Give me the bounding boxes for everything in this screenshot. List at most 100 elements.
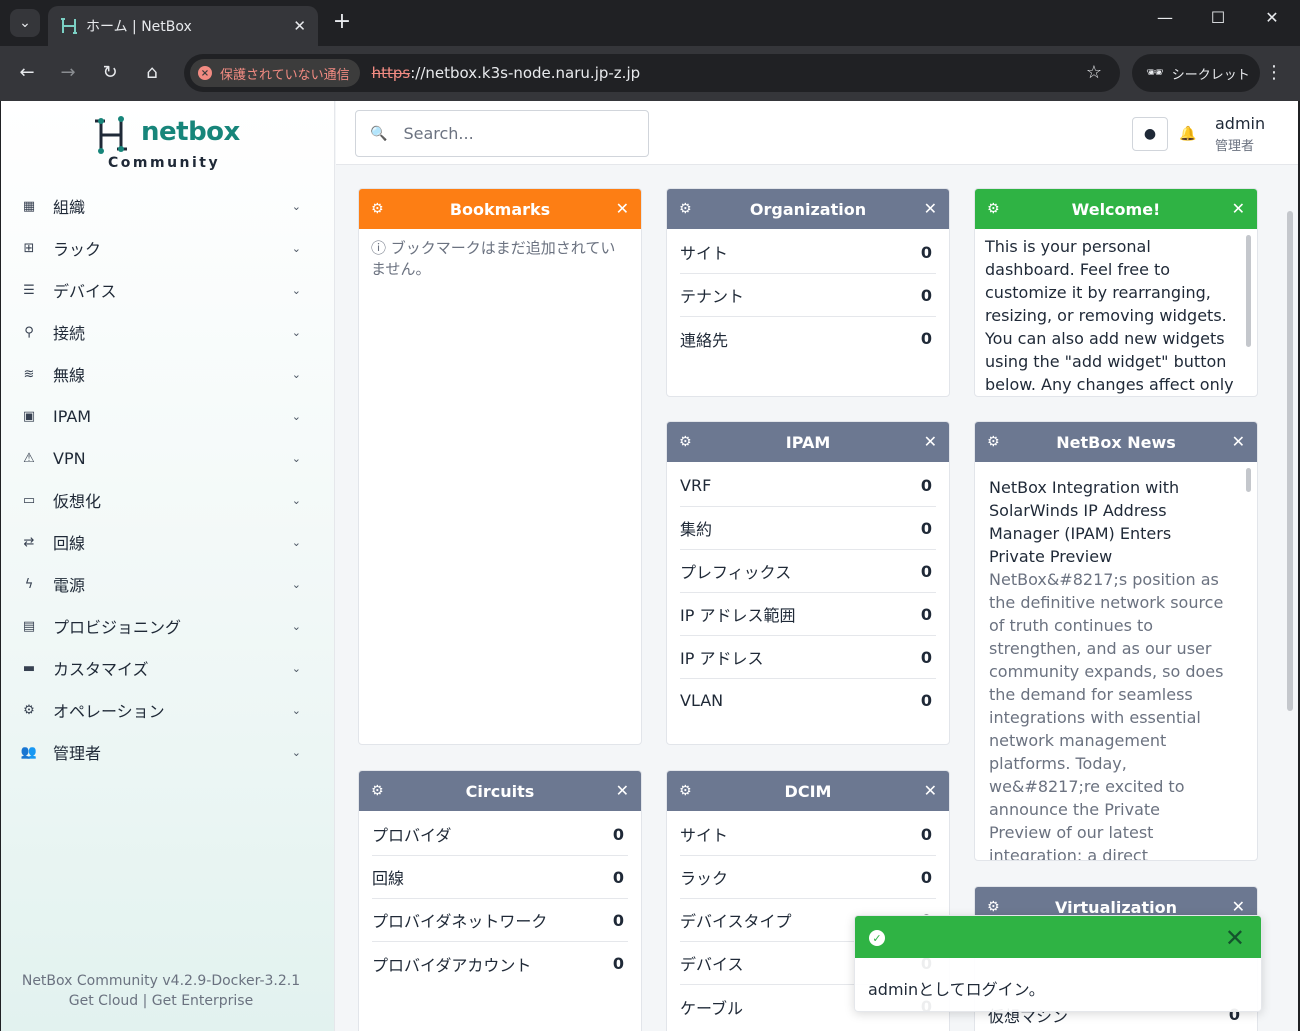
chevron-down-icon: ⌄: [291, 367, 301, 381]
gear-icon[interactable]: ⚙: [679, 434, 692, 450]
chevron-down-icon: ⌄: [291, 619, 301, 633]
close-icon[interactable]: ✕: [1232, 432, 1245, 451]
tab-close-icon[interactable]: ✕: [293, 17, 306, 35]
new-tab-button[interactable]: +: [330, 10, 354, 34]
sidebar-item-vpn[interactable]: ⚠ VPN ⌄: [1, 437, 335, 479]
incognito-indicator[interactable]: 🕶 シークレット: [1132, 54, 1260, 92]
bookmarks-empty-message: ⓘ ブックマークはまだ追加されていません。: [359, 229, 641, 287]
widget-scrollbar[interactable]: [1246, 235, 1251, 347]
sidebar-item-wireless[interactable]: ≋ 無線 ⌄: [1, 353, 335, 395]
sidebar-item-devices[interactable]: ☰ デバイス ⌄: [1, 269, 335, 311]
row-value: 0: [920, 691, 932, 710]
close-icon[interactable]: ✕: [616, 199, 629, 218]
close-icon[interactable]: ✕: [616, 781, 629, 800]
chevron-down-icon: ⌄: [291, 703, 301, 717]
maximize-button[interactable]: ☐: [1203, 8, 1233, 27]
widget-scrollbar[interactable]: [1246, 468, 1251, 492]
gear-icon[interactable]: ⚙: [987, 434, 1000, 450]
widget-header[interactable]: ⚙ Organization ✕: [667, 189, 949, 229]
search-box[interactable]: 🔍: [355, 110, 649, 157]
reload-button[interactable]: ↻: [97, 62, 123, 83]
tab-search-button[interactable]: ⌄: [10, 9, 40, 37]
search-input[interactable]: [403, 124, 634, 143]
insecure-label: 保護されていない通信: [220, 67, 350, 83]
close-icon[interactable]: ✕: [924, 781, 937, 800]
widget-header[interactable]: ⚙ NetBox News ✕: [975, 422, 1257, 462]
widget-header[interactable]: ⚙ DCIM ✕: [667, 771, 949, 811]
sidebar-item-label: カスタマイズ: [53, 660, 149, 679]
gear-icon[interactable]: ⚙: [987, 201, 1000, 217]
window-close-button[interactable]: ✕: [1257, 8, 1287, 27]
gear-icon[interactable]: ⚙: [371, 783, 384, 799]
back-button[interactable]: ←: [14, 62, 40, 83]
page-scrollbar[interactable]: [1287, 211, 1293, 711]
row-value: 0: [920, 867, 932, 887]
table-row[interactable]: プロバイダネットワーク 0: [372, 899, 628, 942]
table-row[interactable]: IP アドレス範囲 0: [680, 593, 936, 636]
sidebar-item-label: プロビジョニング: [53, 618, 182, 637]
table-row[interactable]: サイト 0: [680, 231, 936, 274]
table-row[interactable]: VRF 0: [680, 464, 936, 507]
widget-header[interactable]: ⚙ Circuits ✕: [359, 771, 641, 811]
table-row[interactable]: VLAN 0: [680, 679, 936, 722]
url-text[interactable]: https://netbox.k3s-node.naru.jp-z.jp: [372, 64, 641, 82]
sidebar-item-power[interactable]: ϟ 電源 ⌄: [1, 563, 335, 605]
lightbulb-icon: ●: [1143, 126, 1157, 142]
table-row[interactable]: 集約 0: [680, 507, 936, 550]
omnibox[interactable]: × 保護されていない通信 https://netbox.k3s-node.nar…: [184, 54, 1120, 92]
vpn-icon: ⚠: [23, 450, 35, 466]
table-row[interactable]: プロバイダアカウント 0: [372, 942, 628, 985]
close-icon[interactable]: ✕: [924, 199, 937, 218]
gear-icon[interactable]: ⚙: [371, 201, 384, 217]
widget-header[interactable]: ⚙ IPAM ✕: [667, 422, 949, 462]
toast-close-icon[interactable]: ✕: [1225, 924, 1245, 952]
sidebar-item-operations[interactable]: ⚙ オペレーション ⌄: [1, 689, 335, 731]
forward-button[interactable]: →: [55, 62, 81, 83]
widget-ipam: ⚙ IPAM ✕ VRF 0 集約 0 プレフィックス 0 IP アドレス範囲 0 IP…: [666, 421, 950, 745]
toast-message: adminとしてログイン。: [868, 980, 1045, 999]
row-value: 0: [612, 867, 624, 887]
insecure-badge[interactable]: × 保護されていない通信: [190, 59, 360, 87]
table-row[interactable]: 連絡先 0: [680, 317, 936, 360]
close-icon[interactable]: ✕: [1232, 897, 1245, 916]
browser-menu-icon[interactable]: ⋮: [1264, 62, 1284, 83]
browser-tab[interactable]: ホーム | NetBox ✕: [48, 6, 318, 46]
get-cloud-link[interactable]: Get Cloud: [69, 993, 138, 1009]
gear-icon[interactable]: ⚙: [679, 783, 692, 799]
netbox-logo[interactable]: netbox Community: [91, 113, 251, 173]
table-row[interactable]: 回線 0: [372, 856, 628, 899]
row-label: IP アドレス範囲: [680, 606, 796, 625]
sidebar-item-circuits[interactable]: ⇄ 回線 ⌄: [1, 521, 335, 563]
row-label: プロバイダアカウント: [372, 955, 532, 975]
sidebar-item-virtualization[interactable]: ▭ 仮想化 ⌄: [1, 479, 335, 521]
sidebar-item-racks[interactable]: ⊞ ラック ⌄: [1, 227, 335, 269]
close-icon[interactable]: ✕: [924, 432, 937, 451]
table-row[interactable]: プレフィックス 0: [680, 550, 936, 593]
sidebar-item-connections[interactable]: ⚲ 接続 ⌄: [1, 311, 335, 353]
table-row[interactable]: IP アドレス 0: [680, 636, 936, 679]
table-row[interactable]: テナント 0: [680, 274, 936, 317]
sidebar-item-organization[interactable]: ▦ 組織 ⌄: [1, 185, 335, 227]
sidebar-item-admin[interactable]: 👥 管理者 ⌄: [1, 731, 335, 773]
close-icon[interactable]: ✕: [1232, 199, 1245, 218]
table-row[interactable]: ラック 0: [680, 856, 936, 899]
gear-icon[interactable]: ⚙: [679, 201, 692, 217]
bookmark-star-icon[interactable]: ☆: [1086, 62, 1102, 83]
widget-header[interactable]: ⚙ Bookmarks ✕: [359, 189, 641, 229]
empty-text: ブックマークはまだ追加されていません。: [371, 239, 616, 278]
get-enterprise-link[interactable]: Get Enterprise: [152, 993, 253, 1009]
minimize-button[interactable]: —: [1150, 8, 1180, 27]
notifications-button[interactable]: 🔔: [1170, 117, 1206, 151]
gear-icon[interactable]: ⚙: [987, 899, 1000, 915]
home-button[interactable]: ⌂: [139, 62, 165, 83]
sidebar-item-customization[interactable]: ▬ カスタマイズ ⌄: [1, 647, 335, 689]
sidebar-item-provisioning[interactable]: ▤ プロビジョニング ⌄: [1, 605, 335, 647]
table-row[interactable]: プロバイダ 0: [372, 813, 628, 856]
widget-header[interactable]: ⚙ Welcome! ✕: [975, 189, 1257, 229]
sidebar-item-ipam[interactable]: ▣ IPAM ⌄: [1, 395, 335, 437]
table-row[interactable]: サイト 0: [680, 813, 936, 856]
sidebar-menu: ▦ 組織 ⌄ ⊞ ラック ⌄ ☰ デバイス ⌄ ⚲ 接続 ⌄ ≋ 無線 ⌄ ▣ IPAM ⌄ ⚠ VPN ⌄…: [1, 185, 335, 773]
user-menu[interactable]: admin 管理者: [1215, 114, 1265, 154]
news-headline-link[interactable]: NetBox Integration with SolarWinds IP Ad…: [989, 476, 1227, 568]
theme-toggle-button[interactable]: ●: [1132, 117, 1168, 151]
